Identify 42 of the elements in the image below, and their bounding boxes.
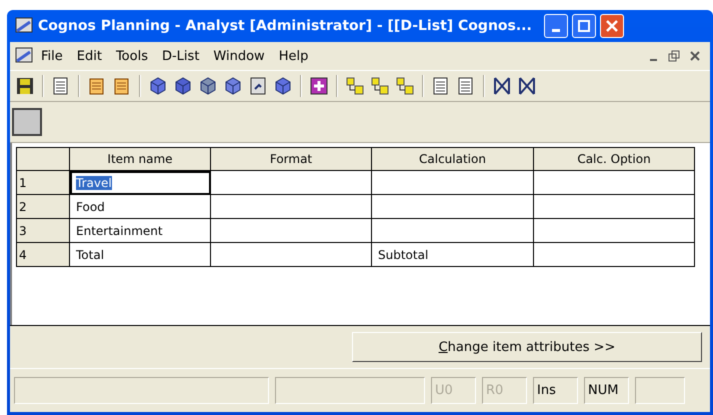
column-header[interactable]: Calc. Option (534, 148, 694, 170)
save-icon[interactable] (14, 75, 36, 97)
blocks-icon[interactable] (344, 75, 366, 97)
close-icon (690, 51, 700, 61)
maximize-button[interactable] (572, 14, 596, 38)
menu-item[interactable]: Help (272, 48, 316, 64)
table-cell[interactable]: Entertainment (70, 218, 210, 242)
restore-icon (668, 50, 680, 62)
menu-item[interactable]: File (34, 48, 70, 64)
column-header[interactable]: Format (210, 148, 372, 170)
minimize-button[interactable] (544, 14, 568, 38)
corner-cell (16, 148, 70, 170)
close-icon (606, 20, 618, 32)
row-number[interactable]: 1 (16, 170, 70, 194)
menu-item[interactable]: Window (206, 48, 272, 64)
blocks-icon[interactable] (369, 75, 391, 97)
table-cell[interactable]: Travel (70, 170, 210, 194)
close-button[interactable] (600, 14, 624, 38)
menu-item[interactable]: Edit (70, 48, 109, 64)
status-pane: R0 (482, 377, 527, 404)
status-pane: NUM (584, 377, 629, 404)
row-number[interactable]: 2 (16, 194, 70, 218)
menu-item[interactable]: Tools (108, 48, 155, 64)
color-swatch[interactable] (12, 108, 42, 136)
status-pane: U0 (431, 377, 476, 404)
table-cell[interactable]: Total (70, 242, 210, 266)
blocks-icon[interactable] (394, 75, 416, 97)
maximize-icon (578, 20, 590, 32)
column-header[interactable]: Item name (70, 148, 210, 170)
row-number[interactable]: 3 (16, 218, 70, 242)
minimize-icon (552, 28, 560, 32)
status-pane (635, 377, 685, 404)
status-pane: Ins (533, 377, 578, 404)
column-header[interactable]: Calculation (372, 148, 534, 170)
plus-icon[interactable] (308, 75, 330, 97)
table-cell[interactable]: Food (70, 194, 210, 218)
table-cell[interactable]: Subtotal (372, 242, 534, 266)
window-title: Cognos Planning - Analyst [Administrator] - [[D-List] Cognos... (38, 18, 532, 34)
minimize-icon (650, 59, 656, 61)
change-attributes-button[interactable]: Change item attributes >> (352, 332, 702, 362)
row-number[interactable]: 4 (16, 242, 70, 266)
menu-item[interactable]: D-List (154, 48, 206, 64)
